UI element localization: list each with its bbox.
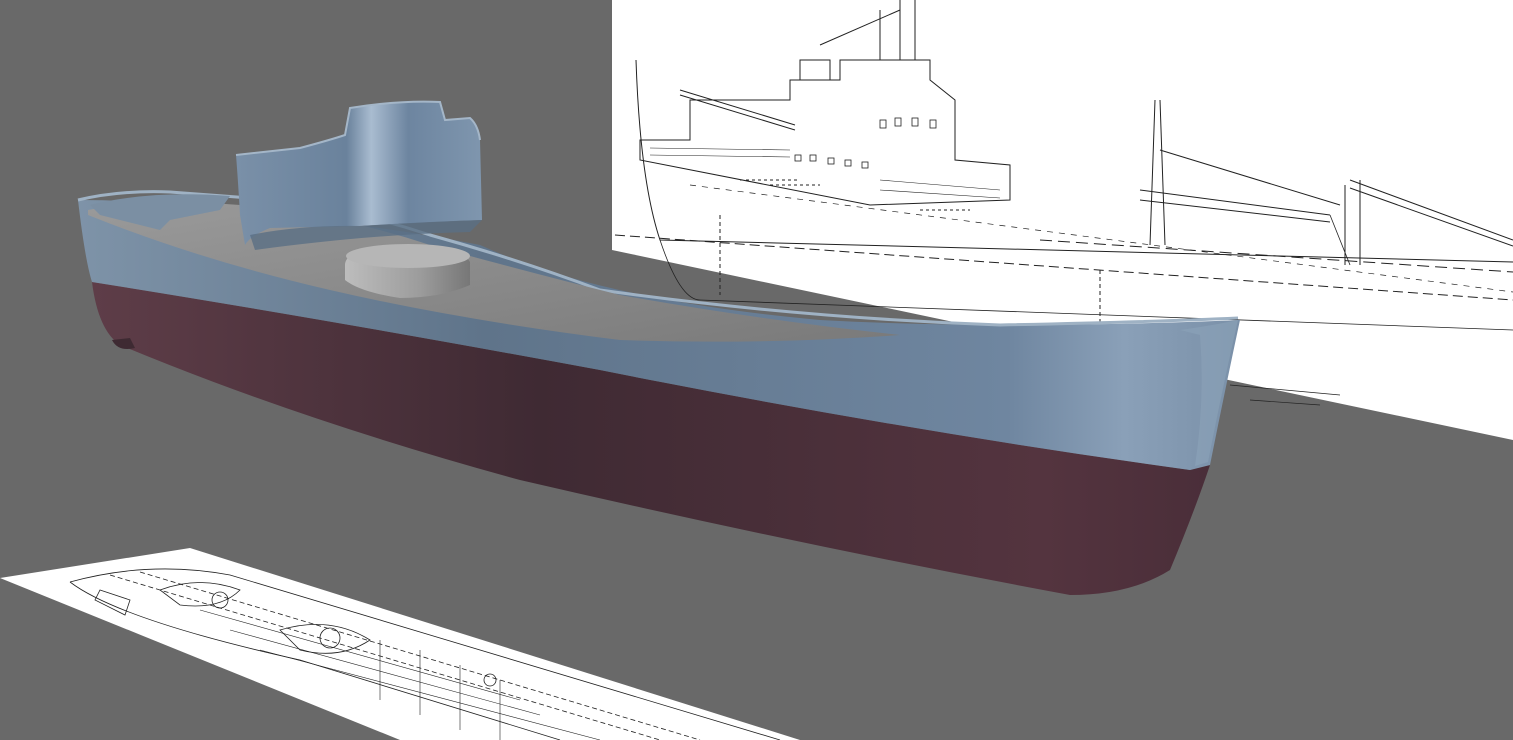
scene-canvas[interactable] <box>0 0 1513 740</box>
deck-plan-blueprint[interactable] <box>0 548 800 740</box>
deck-plan-sheet <box>0 548 800 740</box>
3d-viewport[interactable] <box>0 0 1513 740</box>
